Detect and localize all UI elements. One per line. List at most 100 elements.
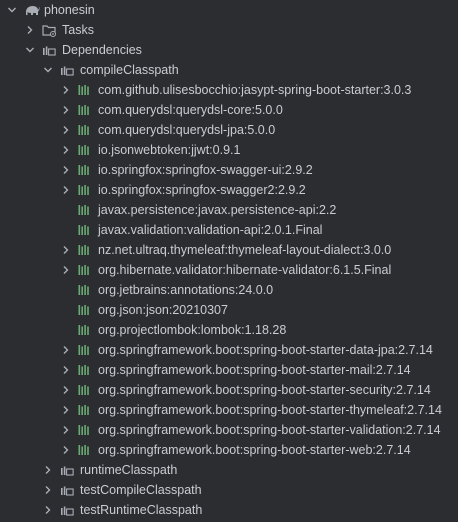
dependency-row[interactable]: org.springframework.boot:spring-boot-sta… (0, 420, 458, 440)
library-icon (78, 340, 94, 360)
tree-row-project[interactable]: phonesin (0, 0, 458, 20)
library-icon (78, 220, 94, 240)
folder-library-icon (60, 500, 76, 520)
library-icon (78, 320, 94, 340)
dependency-label: org.hibernate.validator:hibernate-valida… (98, 263, 392, 277)
tree-row-testcompileclasspath[interactable]: testCompileClasspath (0, 480, 458, 500)
tree-row-tasks[interactable]: Tasks (0, 20, 458, 40)
library-icon (78, 80, 94, 100)
compileclasspath-label: compileClasspath (80, 63, 179, 77)
library-icon (78, 140, 94, 160)
folder-library-icon (60, 480, 76, 500)
dependency-row[interactable]: io.springfox:springfox-swagger-ui:2.9.2 (0, 160, 458, 180)
dependency-label: org.jetbrains:annotations:24.0.0 (98, 283, 274, 297)
library-icon (78, 360, 94, 380)
chevron-right-icon[interactable] (60, 160, 72, 180)
testruntimeclasspath-label: testRuntimeClasspath (80, 503, 203, 517)
dependency-label: io.springfox:springfox-swagger-ui:2.9.2 (98, 163, 313, 177)
chevron-right-icon[interactable] (60, 420, 72, 440)
chevron-right-icon[interactable] (60, 400, 72, 420)
chevron-right-icon[interactable] (60, 140, 72, 160)
dependency-row[interactable]: com.github.ulisesbocchio:jasypt-spring-b… (0, 80, 458, 100)
chevron-right-icon[interactable] (42, 480, 54, 500)
dependency-label: io.jsonwebtoken:jjwt:0.9.1 (98, 143, 241, 157)
folder-config-icon (42, 20, 58, 40)
dependency-label: org.springframework.boot:spring-boot-sta… (98, 423, 441, 437)
chevron-right-icon[interactable] (60, 440, 72, 460)
chevron-right-icon[interactable] (60, 100, 72, 120)
chevron-down-icon[interactable] (24, 40, 36, 60)
dependency-label: org.springframework.boot:spring-boot-sta… (98, 443, 411, 457)
dependency-label: org.projectlombok:lombok:1.18.28 (98, 323, 287, 337)
chevron-right-icon[interactable] (60, 260, 72, 280)
library-icon (78, 400, 94, 420)
folder-library-icon (60, 60, 76, 80)
library-icon (78, 100, 94, 120)
dependency-row[interactable]: org.jetbrains:annotations:24.0.0 (0, 280, 458, 300)
library-icon (78, 160, 94, 180)
dependency-label: org.springframework.boot:spring-boot-sta… (98, 403, 442, 417)
folder-library-icon (42, 40, 58, 60)
testcompileclasspath-label: testCompileClasspath (80, 483, 202, 497)
dependency-row[interactable]: javax.persistence:javax.persistence-api:… (0, 200, 458, 220)
dependencies-label: Dependencies (62, 43, 142, 57)
dependency-label: org.springframework.boot:spring-boot-sta… (98, 363, 411, 377)
dependency-label: org.springframework.boot:spring-boot-sta… (98, 343, 433, 357)
chevron-right-icon[interactable] (60, 340, 72, 360)
dependency-label: org.springframework.boot:spring-boot-sta… (98, 383, 431, 397)
chevron-down-icon[interactable] (42, 60, 54, 80)
tree-row-testruntimeclasspath[interactable]: testRuntimeClasspath (0, 500, 458, 520)
tree-row-dependencies[interactable]: Dependencies (0, 40, 458, 60)
dependency-row[interactable]: org.springframework.boot:spring-boot-sta… (0, 340, 458, 360)
chevron-down-icon[interactable] (6, 0, 18, 20)
library-icon (78, 300, 94, 320)
dependency-row[interactable]: org.springframework.boot:spring-boot-sta… (0, 400, 458, 420)
project-name: phonesin (44, 3, 95, 17)
runtimeclasspath-label: runtimeClasspath (80, 463, 178, 477)
library-icon (78, 380, 94, 400)
library-icon (78, 280, 94, 300)
dependency-row[interactable]: org.projectlombok:lombok:1.18.28 (0, 320, 458, 340)
dependency-label: nz.net.ultraq.thymeleaf:thymeleaf-layout… (98, 243, 392, 257)
library-icon (78, 420, 94, 440)
dependency-label: javax.persistence:javax.persistence-api:… (98, 203, 337, 217)
dependency-row[interactable]: org.json:json:20210307 (0, 300, 458, 320)
compileclasspath-children: com.github.ulisesbocchio:jasypt-spring-b… (0, 80, 458, 460)
chevron-right-icon[interactable] (60, 180, 72, 200)
chevron-right-icon[interactable] (42, 500, 54, 520)
chevron-right-icon[interactable] (60, 360, 72, 380)
gradle-tree: phonesin Tasks Dependencies compileClass… (0, 0, 458, 522)
dependency-row[interactable]: org.springframework.boot:spring-boot-sta… (0, 440, 458, 460)
folder-library-icon (60, 460, 76, 480)
dependency-row[interactable]: io.springfox:springfox-swagger2:2.9.2 (0, 180, 458, 200)
dependency-row[interactable]: org.hibernate.validator:hibernate-valida… (0, 260, 458, 280)
dependency-row[interactable]: javax.validation:validation-api:2.0.1.Fi… (0, 220, 458, 240)
dependency-label: com.github.ulisesbocchio:jasypt-spring-b… (98, 83, 412, 97)
library-icon (78, 240, 94, 260)
chevron-right-icon[interactable] (24, 20, 36, 40)
tree-row-compileclasspath[interactable]: compileClasspath (0, 60, 458, 80)
chevron-right-icon[interactable] (42, 460, 54, 480)
library-icon (78, 440, 94, 460)
chevron-right-icon[interactable] (60, 120, 72, 140)
dependency-label: javax.validation:validation-api:2.0.1.Fi… (98, 223, 323, 237)
chevron-right-icon[interactable] (60, 80, 72, 100)
dependency-row[interactable]: org.springframework.boot:spring-boot-sta… (0, 380, 458, 400)
dependency-label: org.json:json:20210307 (98, 303, 228, 317)
dependency-label: com.querydsl:querydsl-core:5.0.0 (98, 103, 283, 117)
library-icon (78, 260, 94, 280)
dependency-label: com.querydsl:querydsl-jpa:5.0.0 (98, 123, 276, 137)
library-icon (78, 200, 94, 220)
dependency-row[interactable]: com.querydsl:querydsl-jpa:5.0.0 (0, 120, 458, 140)
dependency-row[interactable]: org.springframework.boot:spring-boot-sta… (0, 360, 458, 380)
dependency-row[interactable]: nz.net.ultraq.thymeleaf:thymeleaf-layout… (0, 240, 458, 260)
dependency-row[interactable]: io.jsonwebtoken:jjwt:0.9.1 (0, 140, 458, 160)
chevron-right-icon[interactable] (60, 240, 72, 260)
library-icon (78, 120, 94, 140)
tree-row-runtimeclasspath[interactable]: runtimeClasspath (0, 460, 458, 480)
gradle-elephant-icon (24, 0, 40, 20)
library-icon (78, 180, 94, 200)
chevron-right-icon[interactable] (60, 380, 72, 400)
dependency-row[interactable]: com.querydsl:querydsl-core:5.0.0 (0, 100, 458, 120)
tasks-label: Tasks (62, 23, 94, 37)
